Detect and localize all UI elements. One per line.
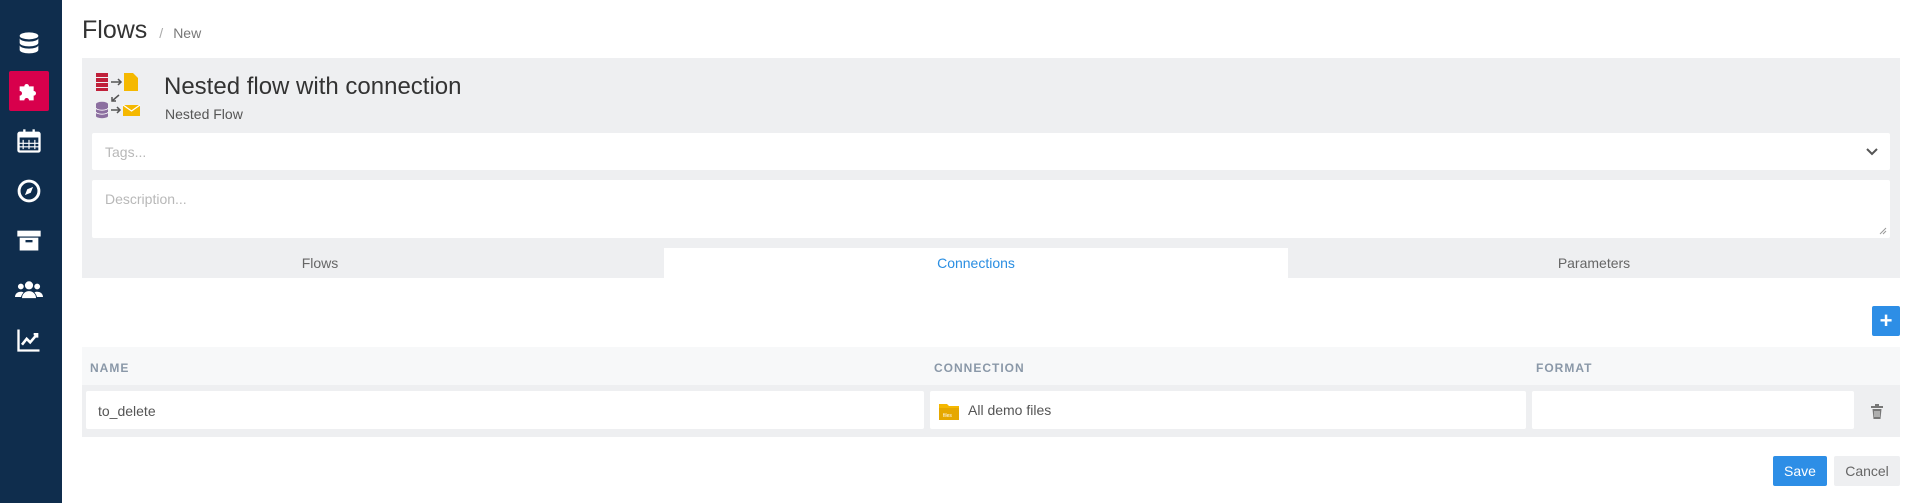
flow-header-panel: Nested flow with connection Nested Flow … <box>82 58 1900 278</box>
puzzle-icon <box>19 84 36 101</box>
save-button[interactable]: Save <box>1773 456 1827 486</box>
svg-text:files: files <box>943 413 952 419</box>
sidebar-item-users[interactable] <box>9 270 49 310</box>
calendar-icon <box>17 129 41 153</box>
table-header: NAME CONNECTION FORMAT <box>82 347 1900 385</box>
connection-value: All demo files <box>968 402 1052 418</box>
column-header-format: FORMAT <box>1536 361 1593 375</box>
database-icon <box>19 32 39 54</box>
sidebar-item-databases[interactable] <box>9 24 49 64</box>
add-connection-button[interactable]: + <box>1872 306 1900 336</box>
flow-title[interactable]: Nested flow with connection <box>164 73 462 101</box>
breadcrumb-current: New <box>173 25 202 41</box>
connections-table: NAME CONNECTION FORMAT to_delete files A… <box>82 347 1900 437</box>
main-content: Flows / New Nested flow with connection … <box>62 0 1909 503</box>
sidebar <box>0 0 62 503</box>
description-placeholder: Description... <box>105 191 187 207</box>
sidebar-item-flows[interactable] <box>9 71 49 111</box>
tab-connections[interactable]: Connections <box>664 248 1288 278</box>
archive-icon <box>17 230 41 251</box>
description-textarea[interactable]: Description... <box>92 180 1890 238</box>
sidebar-item-archive[interactable] <box>9 220 49 260</box>
tab-parameters[interactable]: Parameters <box>1288 248 1900 278</box>
table-row: to_delete files All demo files <box>82 385 1900 437</box>
trash-icon[interactable] <box>1870 404 1884 419</box>
connection-select[interactable]: files All demo files <box>930 391 1526 429</box>
page-title[interactable]: Flows <box>82 16 147 45</box>
chevron-down-icon[interactable] <box>1864 143 1880 159</box>
name-input[interactable]: to_delete <box>86 391 924 429</box>
sidebar-item-analytics[interactable] <box>9 320 49 360</box>
breadcrumb: Flows / New <box>82 16 201 45</box>
chart-line-icon <box>17 329 40 352</box>
format-input[interactable] <box>1532 391 1854 429</box>
resize-grip-icon[interactable] <box>1878 226 1887 235</box>
column-header-connection: CONNECTION <box>934 361 1025 375</box>
flow-subtitle: Nested Flow <box>165 106 243 122</box>
breadcrumb-separator: / <box>159 25 164 41</box>
tab-flows[interactable]: Flows <box>82 248 558 278</box>
cancel-button[interactable]: Cancel <box>1834 456 1900 486</box>
folder-icon: files <box>939 404 959 420</box>
tags-select[interactable]: Tags... <box>92 133 1890 170</box>
users-icon <box>15 281 43 299</box>
column-header-name: NAME <box>90 361 130 375</box>
name-value: to_delete <box>98 403 156 419</box>
nested-flow-icon <box>95 73 141 119</box>
sidebar-item-schedules[interactable] <box>9 121 49 161</box>
compass-icon <box>17 179 41 203</box>
tab-bar: Flows Connections Parameters <box>82 248 1900 278</box>
sidebar-item-explore[interactable] <box>9 171 49 211</box>
tags-placeholder: Tags... <box>105 144 147 160</box>
